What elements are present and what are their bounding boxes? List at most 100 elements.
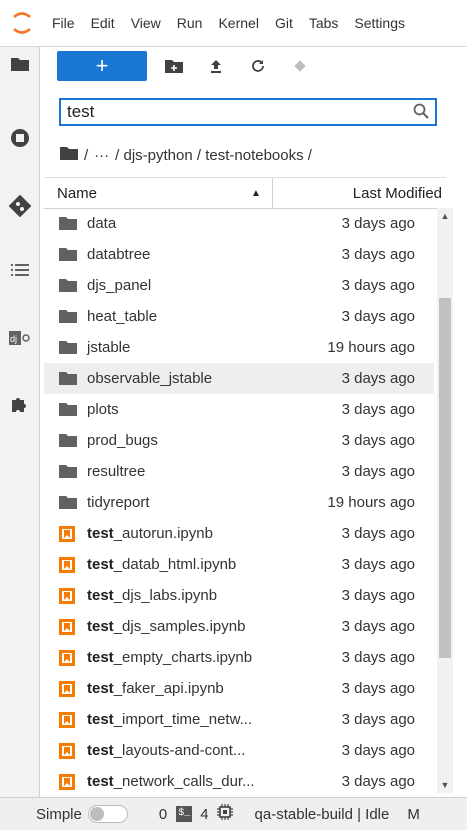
folder-icon: [59, 495, 77, 513]
file-name-match: test: [87, 742, 114, 759]
file-modified: 3 days ago: [341, 711, 415, 728]
left-sidebar: dj: [0, 47, 40, 797]
column-divider[interactable]: [272, 178, 273, 208]
file-name: jstable: [87, 339, 130, 356]
kernel-count[interactable]: 0: [159, 806, 167, 823]
file-list-scrollbar[interactable]: ▲ ▼: [437, 208, 453, 793]
terminal-count[interactable]: 4: [200, 806, 208, 823]
breadcrumb-ellipsis[interactable]: ···: [94, 147, 109, 164]
file-name-text: _djs_samples.ipynb: [113, 618, 246, 635]
menu-view[interactable]: View: [123, 0, 169, 46]
file-name: test_djs_samples.ipynb: [87, 618, 245, 635]
menu-run[interactable]: Run: [169, 0, 211, 46]
sort-ascending-icon: ▲: [251, 187, 261, 199]
simple-mode-toggle[interactable]: [87, 805, 128, 823]
file-name: tidyreport: [87, 494, 150, 511]
new-launcher-button[interactable]: +: [57, 51, 147, 81]
file-filter-box[interactable]: [59, 98, 437, 126]
file-row[interactable]: test_djs_labs.ipynb 3 days ago: [44, 580, 434, 611]
file-browser-toolbar: +: [57, 51, 315, 81]
file-name-match: test: [87, 649, 114, 666]
file-row[interactable]: prod_bugs 3 days ago: [44, 425, 434, 456]
scroll-up-arrow-icon[interactable]: ▲: [437, 208, 453, 224]
file-row[interactable]: data 3 days ago: [44, 208, 434, 239]
folder-icon: [59, 278, 77, 296]
file-modified: 3 days ago: [341, 773, 415, 790]
menu-file[interactable]: File: [44, 0, 83, 46]
file-name: data: [87, 215, 116, 232]
file-name-text: jstable: [87, 339, 131, 356]
menu-edit[interactable]: Edit: [83, 0, 123, 46]
extension-puzzle-icon[interactable]: [0, 387, 39, 421]
notebook-icon: [59, 588, 75, 608]
file-name: test_datab_html.ipynb: [87, 556, 236, 573]
jupyter-logo-icon: [0, 0, 44, 46]
status-bar: Simple 0 $_ 4 qa-stable-build | Idle M: [0, 797, 467, 830]
menu-tabs[interactable]: Tabs: [301, 0, 347, 46]
file-modified: 3 days ago: [341, 401, 415, 418]
file-modified: 3 days ago: [341, 463, 415, 480]
file-row[interactable]: observable_jstable 3 days ago: [44, 363, 434, 394]
file-row[interactable]: djs_panel 3 days ago: [44, 270, 434, 301]
scroll-down-arrow-icon[interactable]: ▼: [437, 777, 453, 793]
file-row[interactable]: test_autorun.ipynb 3 days ago: [44, 518, 434, 549]
file-name: test_import_time_netw...: [87, 711, 252, 728]
file-row[interactable]: test_datab_html.ipynb 3 days ago: [44, 549, 434, 580]
file-name: heat_table: [87, 308, 157, 325]
notebook-icon: [59, 619, 75, 639]
file-name: observable_jstable: [87, 370, 212, 387]
refresh-icon[interactable]: [243, 51, 273, 81]
file-row[interactable]: test_djs_samples.ipynb 3 days ago: [44, 611, 434, 642]
file-name-text: _network_calls_dur...: [113, 773, 255, 790]
running-stop-icon[interactable]: [0, 121, 39, 155]
column-header-name[interactable]: Name: [57, 185, 97, 202]
file-modified: 3 days ago: [341, 308, 415, 325]
kernel-status[interactable]: qa-stable-build | Idle: [255, 806, 390, 823]
file-modified: 3 days ago: [341, 556, 415, 573]
notebook-icon: [59, 681, 75, 701]
new-folder-icon[interactable]: [159, 51, 189, 81]
file-row[interactable]: test_empty_charts.ipynb 3 days ago: [44, 642, 434, 673]
git-clone-icon[interactable]: [285, 51, 315, 81]
git-icon[interactable]: [0, 189, 39, 223]
upload-icon[interactable]: [201, 51, 231, 81]
file-name: test_faker_api.ipynb: [87, 680, 224, 697]
file-row[interactable]: test_faker_api.ipynb 3 days ago: [44, 673, 434, 704]
file-name: test_djs_labs.ipynb: [87, 587, 217, 604]
column-header-last-modified[interactable]: Last Modified: [353, 185, 442, 202]
file-name: databtree: [87, 246, 150, 263]
file-browser-folder-icon[interactable]: [0, 47, 39, 81]
file-row[interactable]: test_import_time_netw... 3 days ago: [44, 704, 434, 735]
file-row[interactable]: tidyreport 19 hours ago: [44, 487, 434, 518]
file-row[interactable]: databtree 3 days ago: [44, 239, 434, 270]
menu-kernel[interactable]: Kernel: [210, 0, 266, 46]
file-list-header: Name ▲ Last Modified: [44, 177, 446, 209]
table-of-contents-icon[interactable]: [0, 253, 39, 287]
menu-git[interactable]: Git: [267, 0, 301, 46]
search-icon: [413, 103, 429, 122]
file-modified: 3 days ago: [341, 742, 415, 759]
djs-extension-icon[interactable]: dj: [0, 321, 39, 355]
menu-settings[interactable]: Settings: [346, 0, 413, 46]
file-name: test_network_calls_dur...: [87, 773, 255, 790]
file-browser-panel: + / ··· / djs-python / test-notebooks / …: [40, 47, 455, 797]
scrollbar-thumb[interactable]: [439, 298, 451, 658]
toggle-knob: [89, 807, 104, 821]
file-row[interactable]: jstable 19 hours ago: [44, 332, 434, 363]
breadcrumb-path[interactable]: / djs-python / test-notebooks /: [115, 147, 312, 164]
file-name-match: test: [87, 556, 114, 573]
file-row[interactable]: plots 3 days ago: [44, 394, 434, 425]
file-row[interactable]: test_layouts-and-cont... 3 days ago: [44, 735, 434, 766]
file-row[interactable]: heat_table 3 days ago: [44, 301, 434, 332]
file-row[interactable]: resultree 3 days ago: [44, 456, 434, 487]
terminal-icon: $_: [176, 806, 193, 822]
file-name: resultree: [87, 463, 145, 480]
file-modified: 19 hours ago: [327, 494, 415, 511]
file-modified: 3 days ago: [341, 277, 415, 294]
folder-icon: [59, 402, 77, 420]
file-name-text: heat_table: [87, 308, 158, 325]
svg-text:dj: dj: [10, 334, 17, 344]
file-filter-input[interactable]: [67, 102, 397, 122]
file-row[interactable]: test_network_calls_dur... 3 days ago: [44, 766, 434, 793]
breadcrumb-home-folder-icon[interactable]: [60, 146, 78, 164]
